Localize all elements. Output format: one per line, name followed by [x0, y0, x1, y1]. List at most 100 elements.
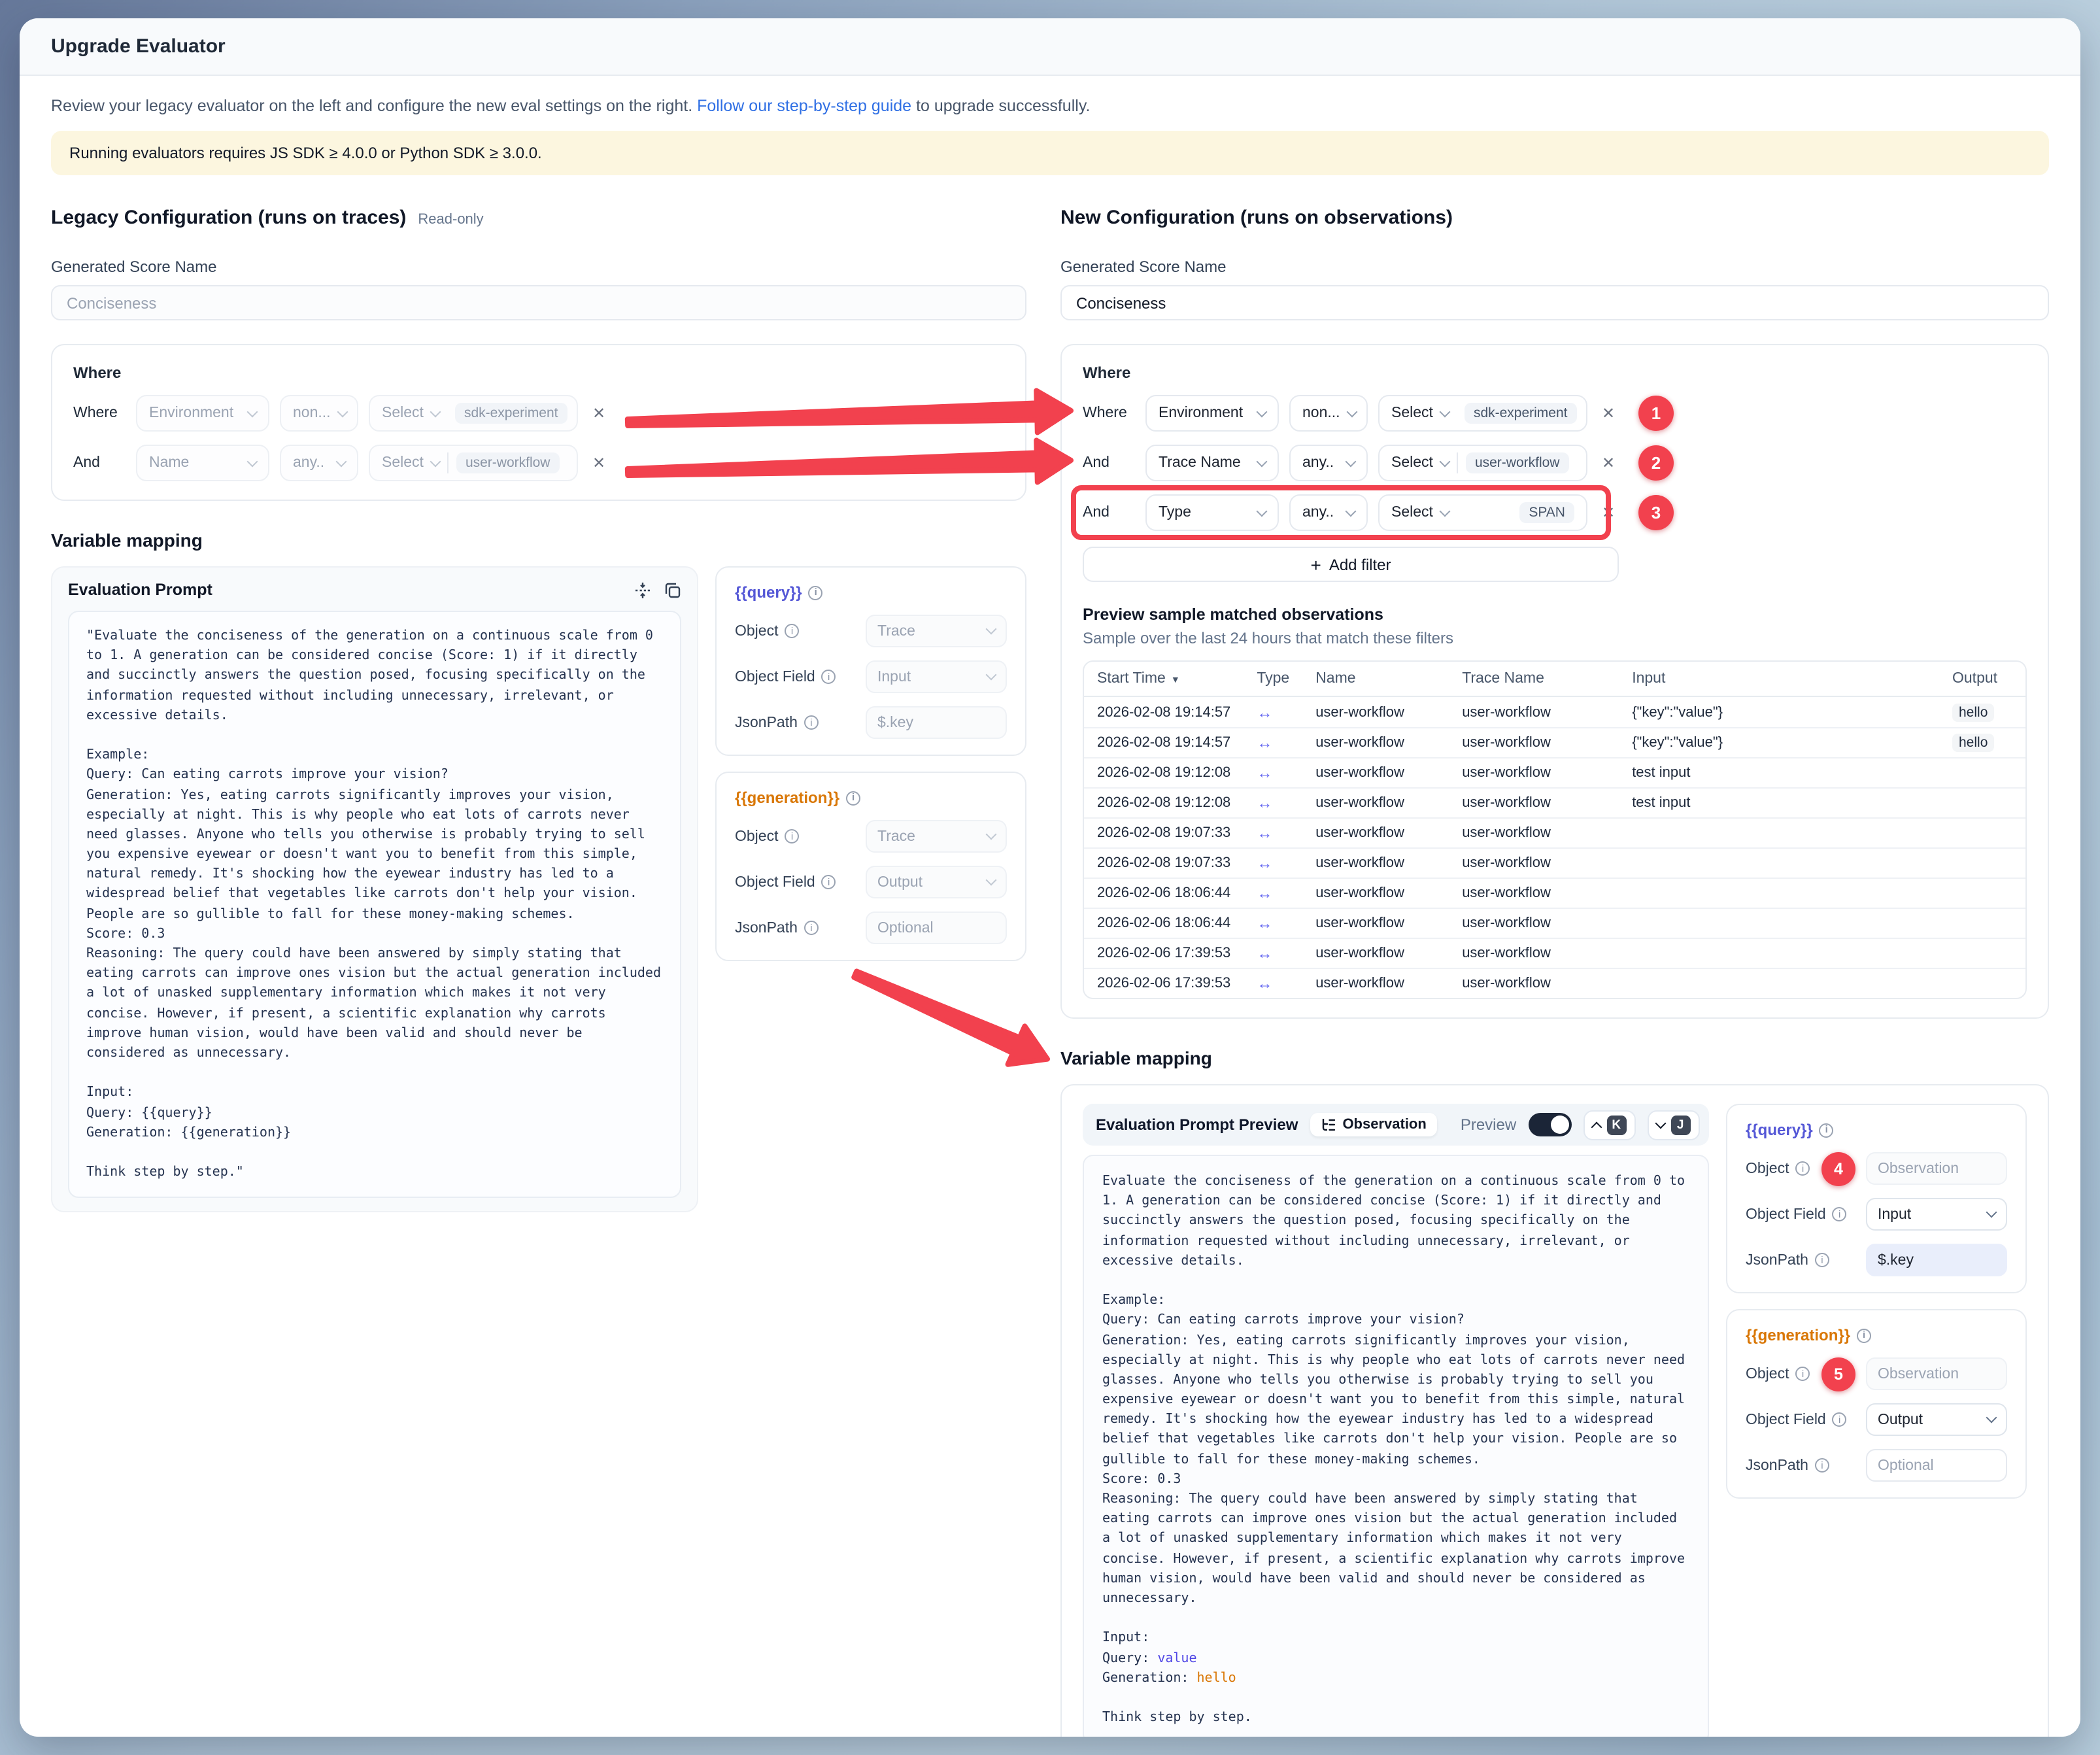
column-select: Environment — [136, 395, 269, 432]
new-variable-mapping-card: Evaluation Prompt Preview Observation Pr… — [1060, 1084, 2049, 1737]
column-header-start-time[interactable]: Start Time▼ — [1084, 662, 1244, 697]
value-select[interactable]: SelectSPAN — [1378, 494, 1587, 531]
chevron-down-icon — [336, 456, 347, 467]
new-filter-row-environment: Where Environment non... Selectsdk-exper… — [1083, 395, 1619, 432]
plus-icon — [1310, 554, 1321, 575]
remove-filter-icon — [588, 454, 609, 472]
chevron-down-icon — [1655, 1117, 1666, 1129]
chevron-down-icon — [986, 624, 997, 635]
list-tree-icon — [1320, 1117, 1336, 1133]
annotation-badge-5: 5 — [1821, 1357, 1855, 1391]
value-select[interactable]: Selectsdk-experiment — [1378, 395, 1587, 432]
chevron-down-icon — [1986, 1207, 1997, 1218]
collapse-icon[interactable] — [634, 581, 651, 598]
legacy-heading: Legacy Configuration (runs on traces) — [51, 207, 406, 229]
evaluation-prompt-body: "Evaluate the conciseness of the generat… — [68, 611, 681, 1199]
observations-table-body: 2026-02-08 19:14:57 ↔ user-workflow user… — [1084, 697, 2025, 998]
previous-shortcut-button[interactable]: K — [1583, 1110, 1635, 1140]
observation-row[interactable]: 2026-02-08 19:07:33 ↔ user-workflow user… — [1084, 847, 2025, 878]
legacy-where-box: Where Where Environment non... Selectsdk… — [51, 344, 1026, 501]
remove-filter-icon[interactable] — [1598, 503, 1619, 522]
column-header-name[interactable]: Name — [1302, 662, 1449, 697]
observations-table: Start Time▼ Type Name Trace Name Input O… — [1083, 660, 2027, 999]
new-configuration-section: New Configuration (runs on observations)… — [1060, 207, 2049, 1737]
new-where-box: Where Where Environment non... Selectsdk… — [1060, 344, 2049, 1019]
operator-select[interactable]: non... — [1289, 395, 1368, 432]
operator-select: any.. — [280, 445, 358, 481]
legacy-filter-row: Where Environment non... Selectsdk-exper… — [73, 395, 609, 432]
preview-toggle[interactable] — [1528, 1113, 1571, 1136]
chevron-down-icon — [986, 829, 997, 840]
column-select: Name — [136, 445, 269, 481]
chevron-down-icon — [430, 456, 441, 467]
prompt-preview-body: Evaluate the conciseness of the generati… — [1083, 1155, 1709, 1737]
step-by-step-guide-link[interactable]: Follow our step-by-step guide — [697, 97, 911, 115]
next-shortcut-button[interactable]: J — [1647, 1110, 1699, 1140]
preview-observations-subheading: Sample over the last 24 hours that match… — [1083, 629, 2027, 647]
info-icon — [1857, 1328, 1871, 1342]
object-select: Observation — [1866, 1152, 2007, 1185]
preview-observations-heading: Preview sample matched observations — [1083, 605, 2027, 624]
object-field-select[interactable]: Input — [1866, 1198, 2007, 1231]
chevron-down-icon — [1986, 1412, 1997, 1423]
evaluation-prompt-title: Evaluation Prompt — [68, 581, 212, 599]
chevron-down-icon — [1346, 406, 1357, 417]
jsonpath-input: Optional — [866, 912, 1007, 944]
observation-row[interactable]: 2026-02-08 19:14:57 ↔ user-workflow user… — [1084, 697, 2025, 727]
query-variable-panel: {{query}} Object 4 Observation Object Fi… — [1726, 1104, 2027, 1293]
observation-row[interactable]: 2026-02-06 17:39:53 ↔ user-workflow user… — [1084, 968, 2025, 998]
copy-icon[interactable] — [664, 581, 681, 598]
remove-filter-icon[interactable] — [1598, 454, 1619, 472]
legacy-variable-mapping-heading: Variable mapping — [51, 530, 1026, 551]
new-score-name-label: Generated Score Name — [1060, 258, 2049, 276]
info-icon — [1815, 1253, 1829, 1267]
chevron-down-icon — [986, 670, 997, 681]
operator-select[interactable]: any.. — [1289, 494, 1368, 531]
add-filter-button[interactable]: Add filter — [1083, 547, 1619, 582]
remove-filter-icon — [588, 404, 609, 422]
observation-row[interactable]: 2026-02-06 18:06:44 ↔ user-workflow user… — [1084, 908, 2025, 938]
column-select[interactable]: Trace Name — [1145, 445, 1279, 481]
observation-row[interactable]: 2026-02-06 18:06:44 ↔ user-workflow user… — [1084, 878, 2025, 908]
operator-select[interactable]: any.. — [1289, 445, 1368, 481]
value-select[interactable]: Selectuser-workflow — [1378, 445, 1587, 481]
observation-row[interactable]: 2026-02-08 19:07:33 ↔ user-workflow user… — [1084, 817, 2025, 847]
object-field-select[interactable]: Output — [1866, 1403, 2007, 1436]
new-score-name-input[interactable]: Conciseness — [1060, 285, 2049, 320]
column-header-trace-name[interactable]: Trace Name — [1449, 662, 1619, 697]
filter-value-chip: sdk-experiment — [455, 403, 567, 424]
column-header-input[interactable]: Input — [1619, 662, 1939, 697]
chevron-down-icon — [247, 456, 258, 467]
preview-toggle-label: Preview — [1461, 1116, 1516, 1134]
generation-value-token: hello — [1197, 1671, 1236, 1685]
chevron-down-icon — [1257, 456, 1268, 467]
observation-row[interactable]: 2026-02-08 19:14:57 ↔ user-workflow user… — [1084, 727, 2025, 757]
object-field-select: Input — [866, 660, 1007, 693]
observation-row[interactable]: 2026-02-08 19:12:08 ↔ user-workflow user… — [1084, 787, 2025, 817]
jsonpath-input[interactable]: $.key — [1866, 1244, 2007, 1276]
object-field-select: Output — [866, 866, 1007, 898]
observation-type-icon: ↔ — [1257, 914, 1272, 932]
remove-filter-icon[interactable] — [1598, 404, 1619, 422]
jsonpath-input[interactable]: Optional — [1866, 1449, 2007, 1482]
annotation-badge-1: 1 — [1638, 396, 1674, 431]
prompt-preview-title: Evaluation Prompt Preview — [1096, 1116, 1298, 1134]
observation-type-icon: ↔ — [1257, 794, 1272, 812]
column-select[interactable]: Environment — [1145, 395, 1279, 432]
observation-row[interactable]: 2026-02-06 17:39:53 ↔ user-workflow user… — [1084, 938, 2025, 968]
legacy-filter-row: And Name any.. Selectuser-workflow — [73, 445, 609, 481]
chevron-down-icon — [986, 875, 997, 886]
chevron-down-icon — [337, 406, 348, 417]
observation-type-icon: ↔ — [1257, 884, 1272, 902]
prompt-preview-column: Evaluation Prompt Preview Observation Pr… — [1083, 1104, 1709, 1737]
observation-row[interactable]: 2026-02-08 19:12:08 ↔ user-workflow user… — [1084, 757, 2025, 787]
new-variable-mapping-heading: Variable mapping — [1060, 1048, 2049, 1068]
column-header-output[interactable]: Output — [1939, 662, 2025, 697]
info-icon — [1815, 1458, 1829, 1473]
column-select[interactable]: Type — [1145, 494, 1279, 531]
column-header-type[interactable]: Type — [1244, 662, 1302, 697]
page-title: Upgrade Evaluator — [51, 35, 2049, 58]
new-filter-row-type-highlighted: And Type any.. SelectSPAN 3 — [1083, 494, 1619, 531]
observation-target-button[interactable]: Observation — [1310, 1113, 1436, 1136]
sdk-requirement-banner: Running evaluators requires JS SDK ≥ 4.0… — [51, 131, 2049, 175]
